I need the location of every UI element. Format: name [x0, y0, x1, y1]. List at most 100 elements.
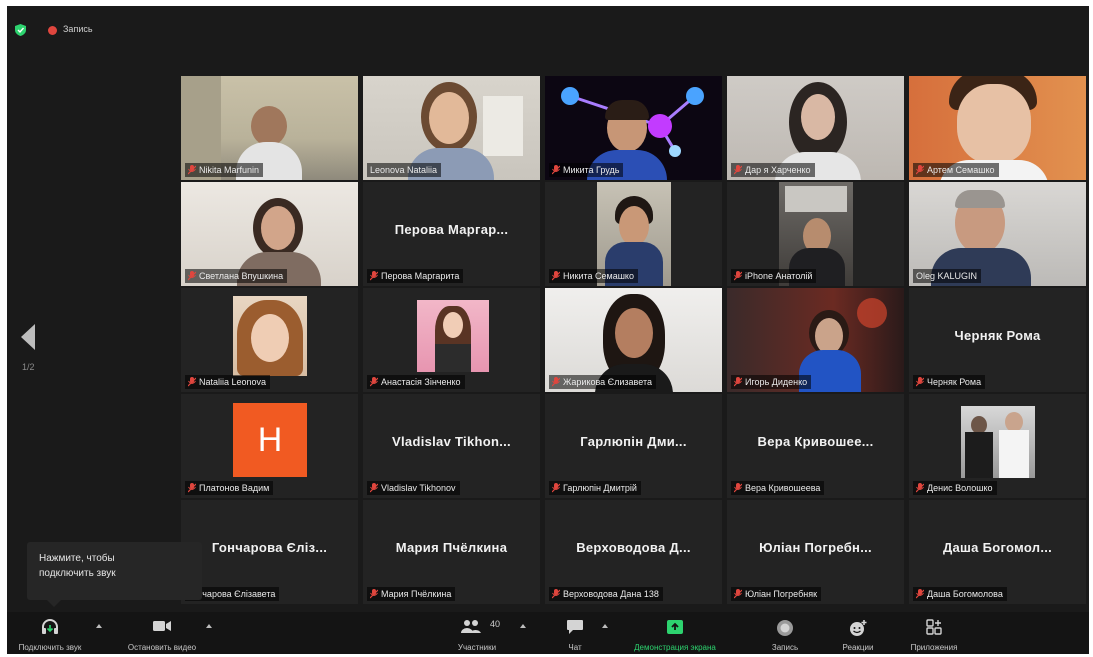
chat-label: Чат: [568, 643, 582, 652]
muted-mic-icon: [188, 271, 196, 281]
video-tile[interactable]: Вера Кривошее... Вера Кривошеева: [727, 394, 904, 498]
participant-name-label: Перова Маргарита: [367, 269, 464, 283]
participant-name-label: Верховодова Дана 138: [549, 587, 663, 601]
video-tile[interactable]: Артем Семашко: [909, 76, 1086, 180]
video-tile[interactable]: Жарикова Єлизавета: [545, 288, 722, 392]
stop-video-button[interactable]: Остановить видео: [115, 612, 209, 654]
participant-name-label: Даша Богомолова: [913, 587, 1007, 601]
video-tile[interactable]: H Платонов Вадим: [181, 394, 358, 498]
headphones-icon: [42, 619, 58, 634]
participant-name-label: Жарикова Єлизавета: [549, 375, 656, 389]
muted-mic-icon: [916, 165, 924, 175]
active-speaker-tile[interactable]: Анастасія Зінченко: [363, 288, 540, 392]
record-icon: [777, 620, 793, 636]
apps-button[interactable]: Приложения: [899, 612, 969, 654]
muted-mic-icon: [188, 483, 196, 493]
video-tile[interactable]: Черняк Рома Черняк Рома: [909, 288, 1086, 392]
muted-mic-icon: [734, 271, 742, 281]
participants-label: Участники: [457, 643, 497, 652]
video-tile[interactable]: Гончарова Єліз... Гончарова Єлізавета: [181, 500, 358, 604]
join-audio-label: Подключить звук: [18, 643, 82, 652]
share-screen-label: Демонстрация экрана: [634, 643, 716, 652]
muted-mic-icon: [370, 271, 378, 281]
video-tile[interactable]: iPhone Анатолій: [727, 182, 904, 286]
participant-name-label: Артем Семашко: [913, 163, 999, 177]
participant-name-label: Денис Волошко: [913, 481, 997, 495]
muted-mic-icon: [552, 271, 560, 281]
recording-label: Запись: [63, 24, 93, 34]
video-tile[interactable]: Денис Волошко: [909, 394, 1086, 498]
record-button[interactable]: Запись: [753, 612, 817, 654]
record-label: Запись: [771, 643, 799, 652]
participant-name-label: Дар я Харченко: [731, 163, 815, 177]
video-tile[interactable]: Гарлюпін Дми... Гарлюпін Дмитрій: [545, 394, 722, 498]
video-tile[interactable]: Игорь Диденко: [727, 288, 904, 392]
share-screen-button[interactable]: Демонстрация экрана: [619, 612, 731, 654]
participant-display-name: Юліан Погребн...: [759, 540, 872, 555]
participant-display-name: Даша Богомол...: [942, 540, 1053, 555]
video-tile[interactable]: Nataliia Leonova: [181, 288, 358, 392]
participant-display-name: Мария Пчёлкина: [395, 540, 508, 555]
participants-options-chevron-icon[interactable]: [520, 624, 526, 628]
participant-name-label: Светлана Впушкина: [185, 269, 288, 283]
video-tile[interactable]: Верховодова Д... Верховодова Дана 138: [545, 500, 722, 604]
participant-display-name: Черняк Рома: [954, 328, 1041, 343]
participant-name-label: Nikita Marfunin: [185, 163, 264, 177]
participant-name-label: Юліан Погребняк: [731, 587, 822, 601]
shield-icon[interactable]: [15, 24, 26, 36]
participant-display-name: Перова Маргар...: [394, 222, 509, 237]
muted-mic-icon: [552, 165, 560, 175]
video-tile[interactable]: Даша Богомол... Даша Богомолова: [909, 500, 1086, 604]
muted-mic-icon: [734, 589, 742, 599]
chat-button[interactable]: Чат: [552, 612, 598, 654]
video-tile[interactable]: Leonova Nataliia: [363, 76, 540, 180]
previous-page-arrow-icon[interactable]: [21, 324, 35, 350]
muted-mic-icon: [916, 377, 924, 387]
video-tile[interactable]: Oleg KALUGIN: [909, 182, 1086, 286]
audio-options-chevron-icon[interactable]: [96, 624, 102, 628]
participant-display-name: Верховодова Д...: [576, 540, 691, 555]
muted-mic-icon: [552, 377, 560, 387]
video-tile[interactable]: Никита Семашко: [545, 182, 722, 286]
participant-display-name: Vladislav Tikhon...: [392, 434, 511, 449]
video-tile[interactable]: Nikita Marfunin: [181, 76, 358, 180]
muted-mic-icon: [188, 165, 196, 175]
join-audio-button[interactable]: Подключить звук: [7, 612, 93, 654]
apps-icon: [926, 619, 942, 635]
participant-name-label: Вера Кривошеева: [731, 481, 825, 495]
video-tile[interactable]: Перова Маргар... Перова Маргарита: [363, 182, 540, 286]
video-tile[interactable]: Светлана Впушкина: [181, 182, 358, 286]
muted-mic-icon: [370, 483, 378, 493]
chat-options-chevron-icon[interactable]: [602, 624, 608, 628]
reactions-label: Реакции: [842, 643, 874, 652]
meeting-window: Запись 1/2 Nikita Marfunin Leonova Natal…: [7, 6, 1089, 654]
participant-name-label: Игорь Диденко: [731, 375, 812, 389]
video-tile[interactable]: Юліан Погребн... Юліан Погребняк: [727, 500, 904, 604]
muted-mic-icon: [916, 589, 924, 599]
video-tile[interactable]: Vladislav Tikhon... Vladislav Tikhonov: [363, 394, 540, 498]
tooltip-line: подключить звук: [39, 568, 116, 579]
meeting-toolbar: Подключить звук Остановить видео Участни…: [7, 612, 1089, 654]
tooltip-line: Нажмите, чтобы: [39, 553, 115, 564]
participants-count: 40: [490, 619, 501, 629]
video-tile[interactable]: Мария Пчёлкина Мария Пчёлкина: [363, 500, 540, 604]
video-tile[interactable]: Дар я Харченко: [727, 76, 904, 180]
participants-icon: [461, 620, 481, 633]
muted-mic-icon: [370, 377, 378, 387]
muted-mic-icon: [916, 483, 924, 493]
reactions-button[interactable]: Реакции: [829, 612, 887, 654]
participant-name-label: Oleg KALUGIN: [913, 269, 982, 283]
muted-mic-icon: [370, 589, 378, 599]
participant-name-label: Vladislav Tikhonov: [367, 481, 460, 495]
top-bar: Запись: [7, 6, 1089, 46]
participant-name-label: Платонов Вадим: [185, 481, 274, 495]
participant-name-label: Анастасія Зінченко: [367, 375, 465, 389]
participant-name-label: Leonova Nataliia: [367, 163, 442, 177]
participant-display-name: Вера Кривошее...: [757, 434, 874, 449]
video-options-chevron-icon[interactable]: [206, 624, 212, 628]
muted-mic-icon: [552, 589, 560, 599]
avatar: H: [233, 403, 307, 477]
participant-display-name: Гончарова Єліз...: [211, 540, 328, 555]
video-tile[interactable]: Микита Грудь: [545, 76, 722, 180]
participant-name-label: Микита Грудь: [549, 163, 624, 177]
